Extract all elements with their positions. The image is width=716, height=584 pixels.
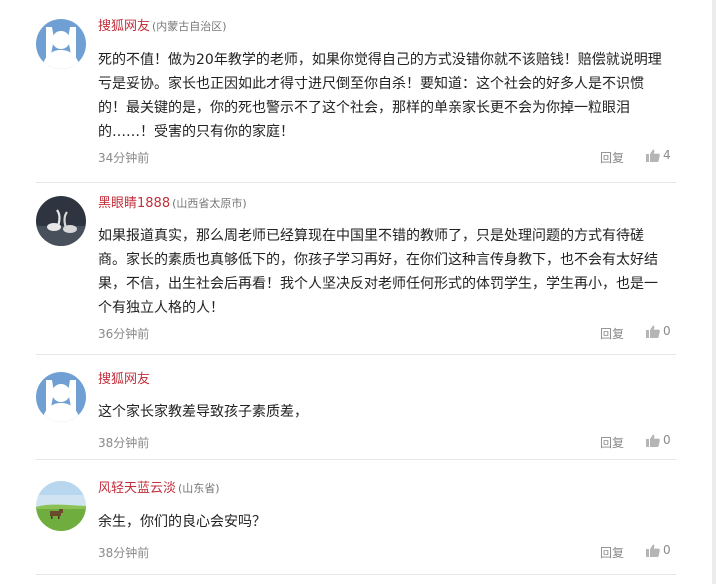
comment-time: 38分钟前 bbox=[98, 436, 150, 450]
default-user-icon bbox=[36, 19, 86, 69]
comment-line: 余生，你们的良心会安吗？ bbox=[98, 514, 266, 530]
swans-photo bbox=[36, 196, 86, 246]
thumbs-up-icon bbox=[646, 544, 660, 557]
default-user-icon bbox=[36, 372, 86, 422]
reply-button[interactable]: 回复 bbox=[600, 434, 624, 451]
like-count: 4 bbox=[663, 148, 671, 162]
comment-line: 的！最关键的是，你的死也警示不了这个社会，那样的单亲家长更不会为你掉一粒眼泪 bbox=[98, 100, 630, 116]
like-button[interactable]: 0 bbox=[646, 324, 671, 338]
comment-text: 这个家长家教差导致孩子素质差， bbox=[98, 400, 670, 424]
like-count: 0 bbox=[663, 543, 671, 557]
scroll-edge bbox=[712, 0, 716, 584]
username[interactable]: 搜狐网友 bbox=[98, 372, 150, 387]
username[interactable]: 风轻天蓝云淡 bbox=[98, 481, 176, 496]
user-location: (山东省) bbox=[178, 482, 220, 495]
user-line: 黑眼睛1888 (山西省太原市) bbox=[98, 195, 247, 213]
username[interactable]: 搜狐网友 bbox=[98, 19, 150, 34]
comment-item: 搜狐网友 (内蒙古自治区) 死的不值！做为20年教学的老师，如果你觉得自己的方式没… bbox=[0, 0, 712, 183]
user-line: 搜狐网友 bbox=[98, 371, 152, 389]
like-count: 0 bbox=[663, 324, 671, 338]
user-line: 搜狐网友 (内蒙古自治区) bbox=[98, 18, 227, 36]
avatar[interactable] bbox=[36, 196, 86, 246]
comment-line: 商。家长的素质也真够低下的，你孩子学习再好，在你们这种言传身教下，也不会有太好结 bbox=[98, 252, 658, 268]
comment-line: 亏是妥协。家长也正因如此才得寸进尺倒至你自杀！要知道：这个社会的好多人是不识惯 bbox=[98, 76, 644, 92]
avatar[interactable] bbox=[36, 372, 86, 422]
reply-button[interactable]: 回复 bbox=[600, 149, 624, 166]
comment-item: 搜狐网友 这个家长家教差导致孩子素质差， 38分钟前 回复 0 bbox=[0, 355, 712, 460]
thumbs-up-icon bbox=[646, 149, 660, 162]
comment-line: 的……！受害的只有你的家庭！ bbox=[98, 124, 294, 140]
comment-text: 如果报道真实，那么周老师已经算现在中国里不错的教师了，只是处理问题的方式有待磋 … bbox=[98, 224, 670, 320]
user-location: (山西省太原市) bbox=[172, 197, 247, 210]
comment-line: 这个家长家教差导致孩子素质差， bbox=[98, 404, 308, 420]
avatar[interactable] bbox=[36, 19, 86, 69]
thumbs-up-icon bbox=[646, 325, 660, 338]
like-button[interactable]: 0 bbox=[646, 433, 671, 447]
user-line: 风轻天蓝云淡 (山东省) bbox=[98, 480, 220, 498]
comment-time: 38分钟前 bbox=[98, 546, 150, 560]
reply-button[interactable]: 回复 bbox=[600, 325, 624, 342]
comment-text: 死的不值！做为20年教学的老师，如果你觉得自己的方式没错你就不该赔钱！赔偿就说明… bbox=[98, 48, 670, 144]
comment-text: 余生，你们的良心会安吗？ bbox=[98, 510, 670, 534]
comment-line: 个有独立人格的人！ bbox=[98, 300, 224, 316]
thumbs-up-icon bbox=[646, 434, 660, 447]
grassland-photo bbox=[36, 481, 86, 531]
divider bbox=[36, 574, 676, 575]
comment-item: 风轻天蓝云淡 (山东省) 余生，你们的良心会安吗？ 38分钟前 回复 0 bbox=[0, 460, 712, 584]
comment-item: 黑眼睛1888 (山西省太原市) 如果报道真实，那么周老师已经算现在中国里不错的教… bbox=[0, 183, 712, 355]
like-button[interactable]: 0 bbox=[646, 543, 671, 557]
comment-line: 果，不信，出生社会后再看！我个人坚决反对老师任何形式的体罚学生，学生再小，也是一 bbox=[98, 276, 658, 292]
username[interactable]: 黑眼睛1888 bbox=[98, 196, 170, 211]
comment-time: 36分钟前 bbox=[98, 327, 150, 341]
avatar[interactable] bbox=[36, 481, 86, 531]
comment-line: 死的不值！做为20年教学的老师，如果你觉得自己的方式没错你就不该赔钱！赔偿就说明… bbox=[98, 52, 662, 68]
user-location: (内蒙古自治区) bbox=[152, 20, 227, 33]
like-count: 0 bbox=[663, 433, 671, 447]
like-button[interactable]: 4 bbox=[646, 148, 671, 162]
reply-button[interactable]: 回复 bbox=[600, 544, 624, 561]
comment-line: 如果报道真实，那么周老师已经算现在中国里不错的教师了，只是处理问题的方式有待磋 bbox=[98, 228, 644, 244]
comment-time: 34分钟前 bbox=[98, 151, 150, 165]
